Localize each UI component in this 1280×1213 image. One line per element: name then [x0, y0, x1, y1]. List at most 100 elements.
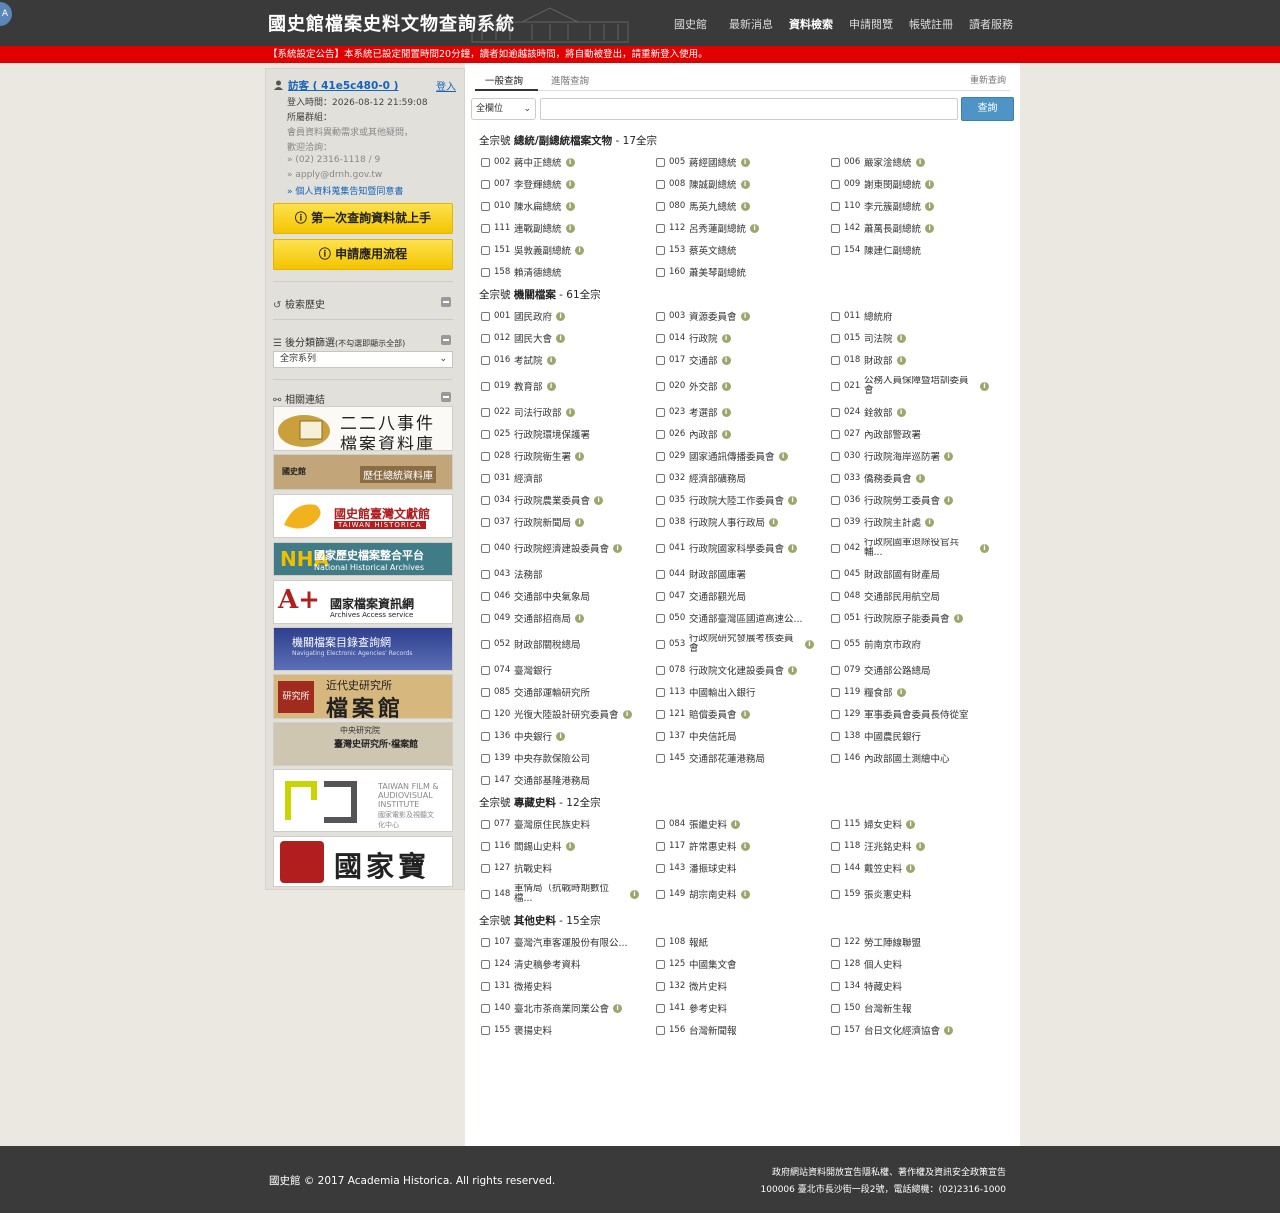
link-national-treasure[interactable]: 國家寶藏	[273, 836, 453, 887]
info-icon[interactable]: i	[565, 157, 575, 167]
checkbox[interactable]	[481, 473, 490, 483]
checkbox[interactable]	[656, 863, 665, 873]
nav-search[interactable]: 資料檢索	[789, 16, 833, 32]
filter-select[interactable]: 全宗系列 ⌄	[273, 351, 453, 368]
checkbox[interactable]	[656, 381, 665, 391]
collection-item[interactable]: 001 國民政府 i	[481, 306, 651, 326]
checkbox[interactable]	[656, 157, 665, 167]
info-icon[interactable]: i	[575, 517, 585, 527]
collection-item[interactable]: 026 內政部 i	[656, 424, 826, 444]
checkbox[interactable]	[656, 543, 665, 553]
info-icon[interactable]: i	[565, 223, 575, 233]
collection-item[interactable]: 028 行政院衛生署 i	[481, 446, 651, 466]
info-icon[interactable]: i	[896, 333, 906, 343]
checkbox[interactable]	[656, 407, 665, 417]
checkbox[interactable]	[656, 1025, 665, 1035]
collection-item[interactable]: 159 張炎憲史料	[831, 884, 1001, 904]
link-presidents[interactable]: 國史館 歷任總統資料庫	[273, 454, 453, 490]
accessibility-bubble[interactable]: A	[0, 2, 12, 26]
checkbox[interactable]	[481, 355, 490, 365]
info-icon[interactable]: i	[575, 613, 585, 623]
collection-item[interactable]: 154 陳建仁副總統	[831, 240, 1001, 260]
checkbox[interactable]	[656, 753, 665, 763]
checkbox[interactable]	[656, 687, 665, 697]
info-icon[interactable]: i	[740, 157, 750, 167]
info-icon[interactable]: i	[546, 381, 556, 391]
checkbox[interactable]	[481, 157, 490, 167]
checkbox[interactable]	[831, 569, 840, 579]
info-icon[interactable]: i	[896, 355, 906, 365]
checkbox[interactable]	[656, 709, 665, 719]
checkbox[interactable]	[481, 333, 490, 343]
collection-item[interactable]: 116 閻錫山史料 i	[481, 836, 651, 856]
collection-item[interactable]: 107 臺灣汽車客運股份有限公...	[481, 932, 651, 952]
info-icon[interactable]: i	[944, 495, 954, 505]
collection-item[interactable]: 158 賴清德總統	[481, 262, 651, 282]
checkbox[interactable]	[831, 639, 840, 649]
info-icon[interactable]: i	[906, 819, 916, 829]
checkbox[interactable]	[656, 267, 665, 277]
info-icon[interactable]: i	[731, 819, 741, 829]
checkbox[interactable]	[656, 429, 665, 439]
collection-item[interactable]: 036 行政院勞工委員會 i	[831, 490, 1001, 510]
collapse-icon[interactable]	[441, 392, 451, 402]
link-228-archive[interactable]: 二二八事件 檔案資料庫	[273, 406, 453, 451]
checkbox[interactable]	[481, 381, 490, 391]
collapse-icon[interactable]	[441, 335, 451, 345]
collection-item[interactable]: 077 臺灣原住民族史料	[481, 814, 651, 834]
info-icon[interactable]: i	[721, 333, 731, 343]
checkbox[interactable]	[831, 223, 840, 233]
checkbox[interactable]	[481, 937, 490, 947]
user-name[interactable]: 訪客 ( 41e5c480-0 )	[288, 78, 398, 93]
checkbox[interactable]	[831, 495, 840, 505]
info-icon[interactable]: i	[721, 355, 731, 365]
checkbox[interactable]	[481, 1025, 490, 1035]
checkbox[interactable]	[656, 981, 665, 991]
collection-item[interactable]: 029 國家通訊傳播委員會 i	[656, 446, 826, 466]
collection-item[interactable]: 151 吳敦義副總統 i	[481, 240, 651, 260]
collection-item[interactable]: 039 行政院主計處 i	[831, 512, 1001, 532]
info-icon[interactable]: i	[740, 311, 750, 321]
checkbox[interactable]	[656, 819, 665, 829]
collection-item[interactable]: 007 李登輝總統 i	[481, 174, 651, 194]
checkbox[interactable]	[831, 543, 840, 553]
search-input[interactable]	[540, 98, 958, 120]
field-select[interactable]: 全欄位 ⌄	[471, 98, 536, 120]
info-icon[interactable]: i	[980, 543, 989, 553]
info-icon[interactable]: i	[721, 381, 731, 391]
checkbox[interactable]	[481, 179, 490, 189]
checkbox[interactable]	[481, 731, 490, 741]
collection-item[interactable]: 053 行政院研究發展考核委員會 i	[656, 634, 826, 654]
checkbox[interactable]	[656, 959, 665, 969]
checkbox[interactable]	[831, 311, 840, 321]
collection-item[interactable]: 132 微片史料	[656, 976, 826, 996]
checkbox[interactable]	[656, 333, 665, 343]
info-icon[interactable]: i	[565, 407, 575, 417]
info-icon[interactable]: i	[980, 381, 989, 391]
collection-item[interactable]: 147 交通部基隆港務局	[481, 770, 651, 790]
collection-item[interactable]: 134 特藏史料	[831, 976, 1001, 996]
info-icon[interactable]: i	[750, 223, 760, 233]
checkbox[interactable]	[481, 639, 490, 649]
checkbox[interactable]	[481, 613, 490, 623]
checkbox[interactable]	[481, 819, 490, 829]
info-icon[interactable]: i	[565, 179, 575, 189]
info-icon[interactable]: i	[788, 543, 798, 553]
checkbox[interactable]	[481, 775, 490, 785]
collection-item[interactable]: 046 交通部中央氣象局	[481, 586, 651, 606]
collection-item[interactable]: 018 財政部 i	[831, 350, 1001, 370]
checkbox[interactable]	[831, 1003, 840, 1013]
checkbox[interactable]	[831, 473, 840, 483]
collection-item[interactable]: 137 中央信託局	[656, 726, 826, 746]
checkbox[interactable]	[656, 495, 665, 505]
collection-item[interactable]: 149 胡宗南史料 i	[656, 884, 826, 904]
collection-item[interactable]: 084 張繼史料 i	[656, 814, 826, 834]
checkbox[interactable]	[831, 451, 840, 461]
collapse-icon[interactable]	[441, 297, 451, 307]
checkbox[interactable]	[481, 495, 490, 505]
checkbox[interactable]	[656, 179, 665, 189]
collection-item[interactable]: 144 戴笠史料 i	[831, 858, 1001, 878]
apply-flow-button[interactable]: ⓘ 申請應用流程	[273, 239, 453, 270]
collection-item[interactable]: 155 褒揚史料	[481, 1020, 651, 1040]
collection-item[interactable]: 019 教育部 i	[481, 376, 651, 396]
